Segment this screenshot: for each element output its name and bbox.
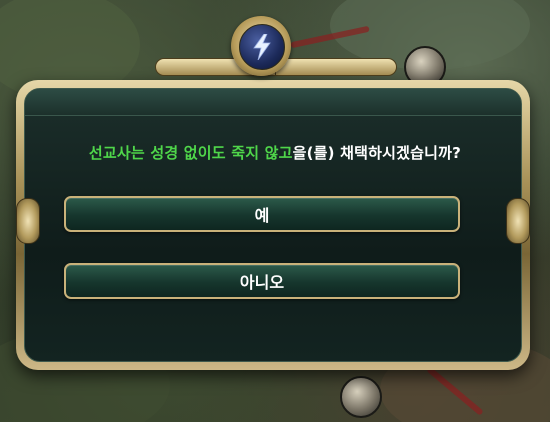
- dialog-question: 선교사는 성경 없이도 죽지 않고을(를) 채택하시겠습니까?: [0, 142, 550, 163]
- dialog-crest: [231, 16, 291, 76]
- yes-button[interactable]: 예: [64, 196, 460, 232]
- map-unit-token[interactable]: [340, 376, 382, 418]
- frame-right-ornament: [506, 198, 530, 244]
- dialog-header-band: [25, 89, 521, 116]
- crest-right-wing: [275, 58, 397, 76]
- question-rest: 을(를) 채택하시겠습니까?: [292, 144, 462, 162]
- lightning-bolt-icon: [239, 24, 285, 70]
- no-button[interactable]: 아니오: [64, 263, 460, 299]
- game-screen: 선교사는 성경 없이도 죽지 않고을(를) 채택하시겠습니까? 예 아니오: [0, 0, 550, 422]
- frame-left-ornament: [16, 198, 40, 244]
- question-highlight: 선교사는 성경 없이도 죽지 않고: [88, 144, 293, 162]
